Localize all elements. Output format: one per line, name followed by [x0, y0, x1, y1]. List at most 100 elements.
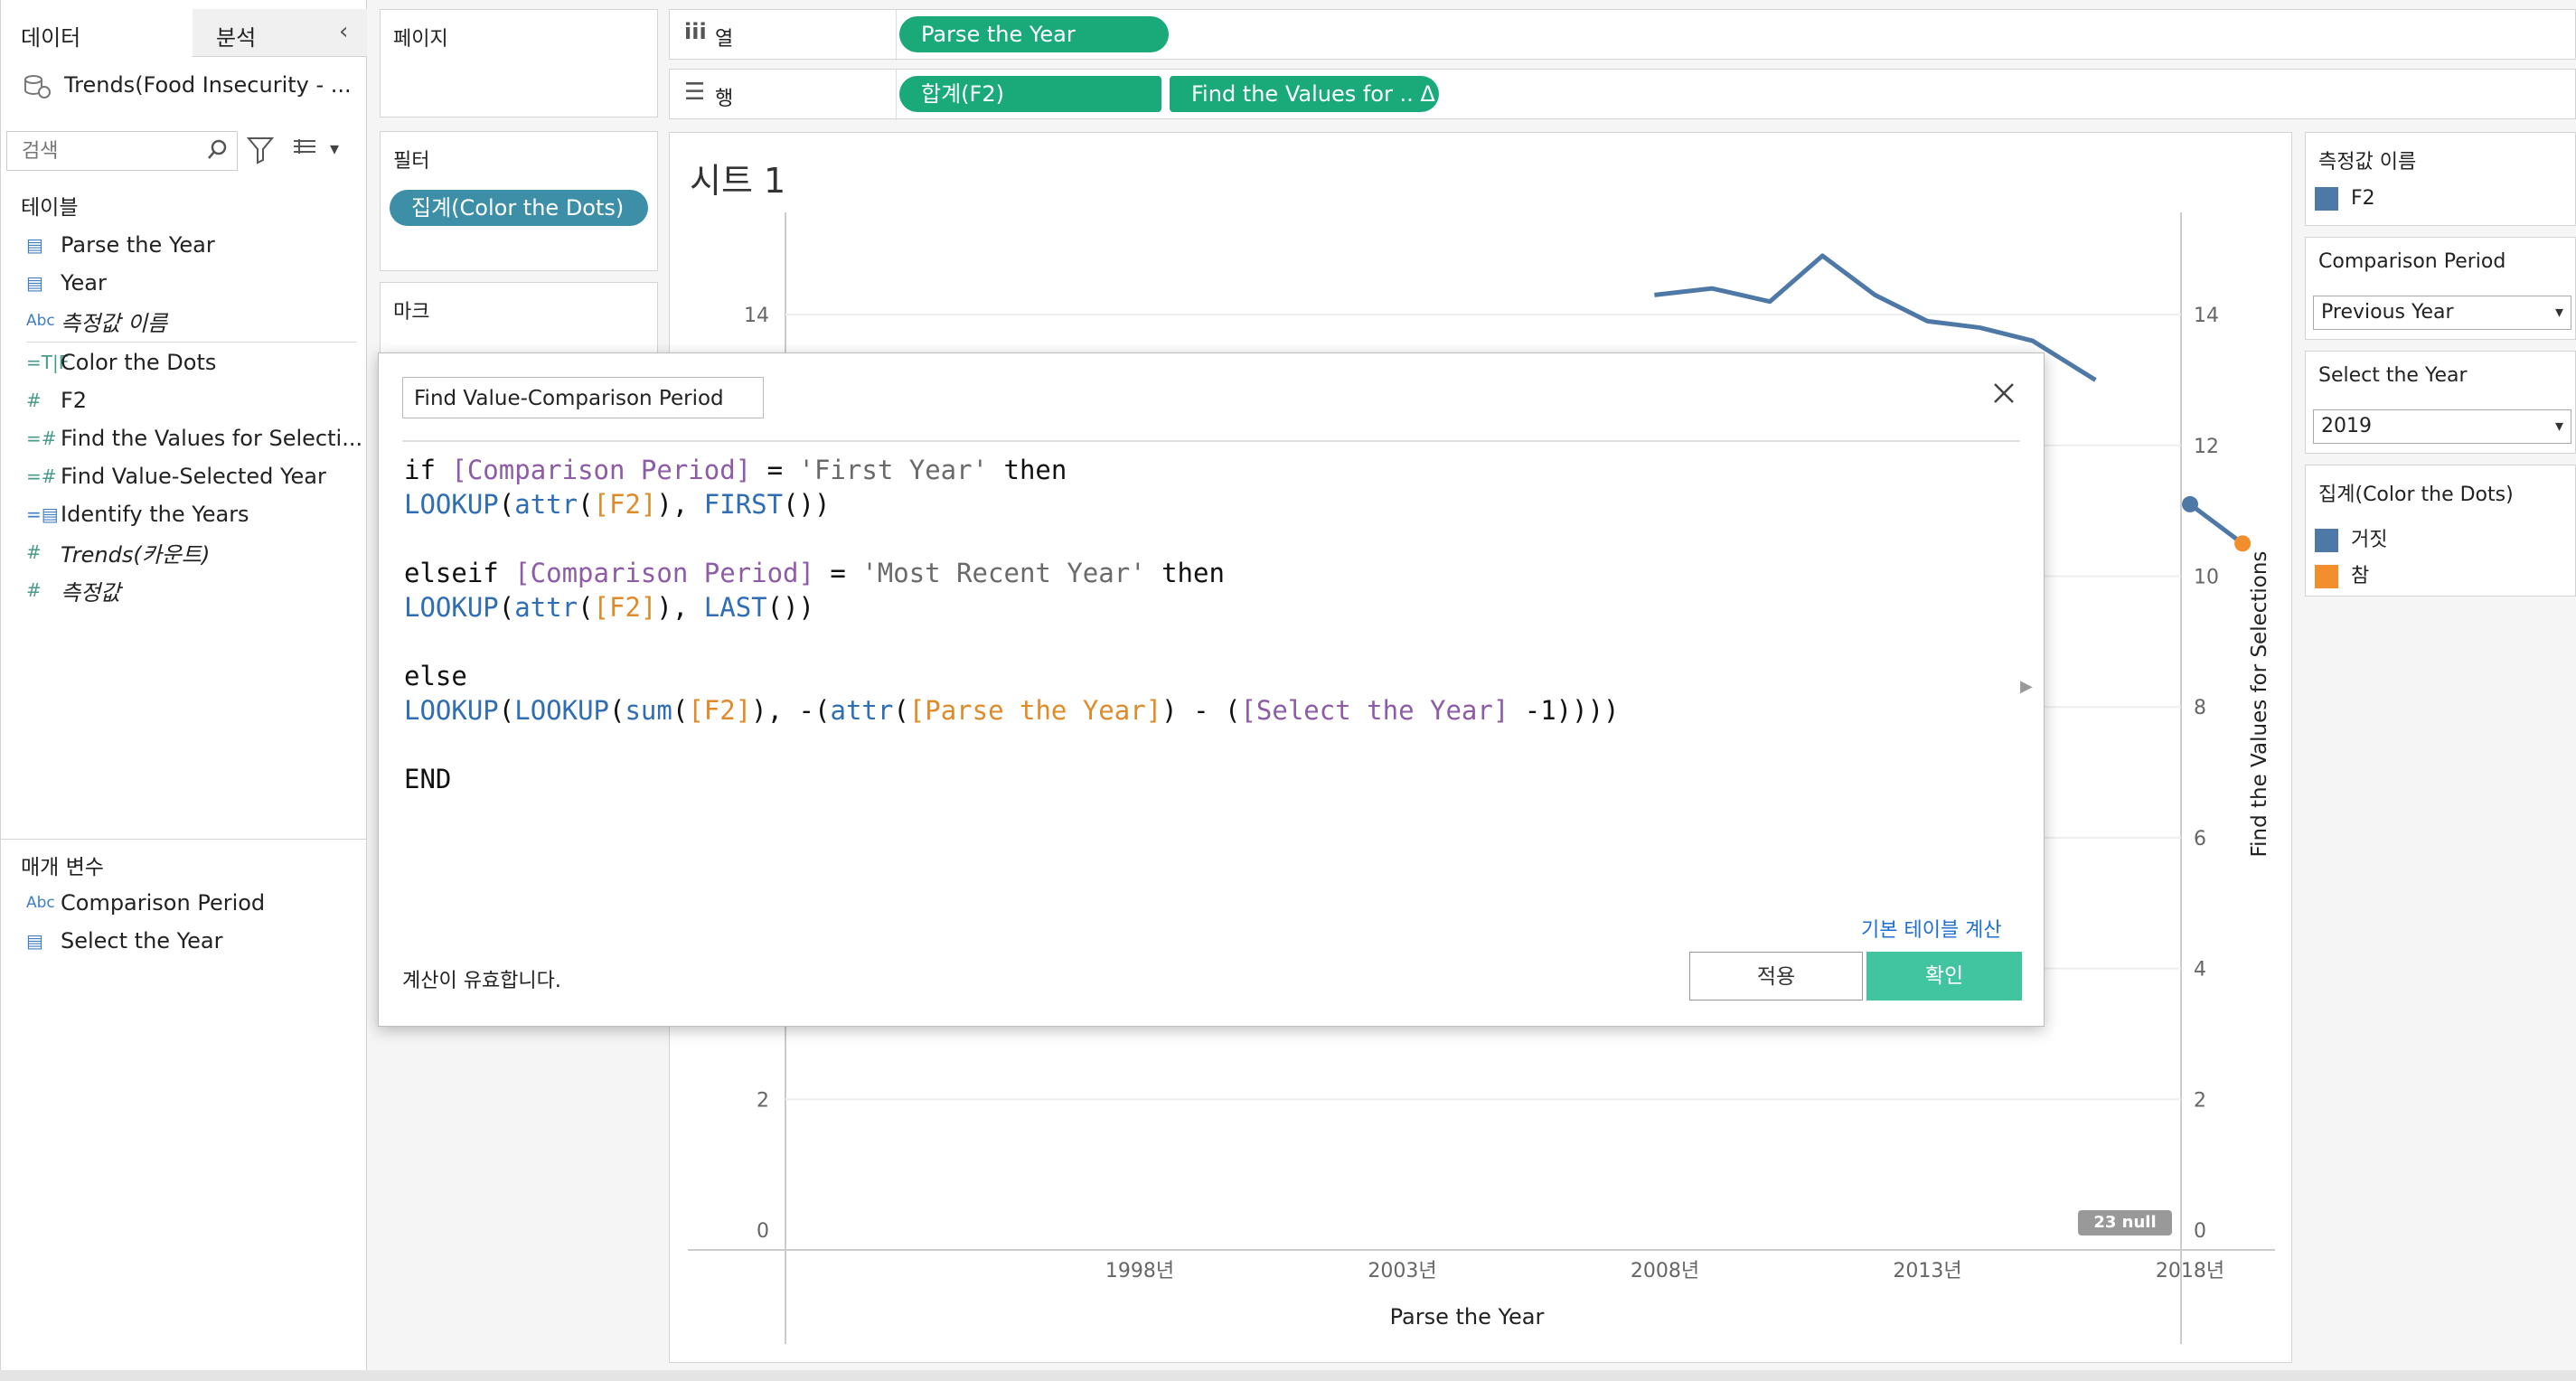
field-item[interactable]: =# Find Value-Selected Year [26, 457, 326, 495]
param-comparison-card: Comparison Period Previous Year ▾ [2305, 237, 2576, 340]
field-item[interactable]: # Trends(카운트) [26, 533, 210, 571]
legend-item[interactable]: 거짓 [2315, 523, 2387, 552]
list-view-icon[interactable] [292, 137, 317, 163]
search-box[interactable] [6, 131, 238, 171]
shelf-divider [896, 70, 897, 120]
param-item[interactable]: ▤ Select the Year [26, 922, 223, 960]
search-icon[interactable] [206, 137, 230, 166]
x-axis-title: Parse the Year [1389, 1304, 1545, 1329]
datasource-row[interactable]: Trends(Food Insecurity - ... [23, 67, 352, 103]
code-token: = [751, 455, 799, 485]
code-token: attr [514, 592, 578, 623]
code-token: then [1145, 558, 1225, 588]
pages-shelf[interactable]: 페이지 [380, 9, 658, 117]
param-year-card: Select the Year 2019 ▾ [2305, 351, 2576, 454]
right-tick-label: 4 [2194, 959, 2206, 982]
search-input[interactable] [20, 139, 195, 164]
code-token: END [404, 764, 452, 794]
ok-button[interactable]: 확인 [1866, 952, 2022, 1001]
null-badge[interactable]: 23 null [2078, 1210, 2172, 1235]
field-item[interactable]: =T|F Color the Dots [26, 343, 216, 381]
code-token: ) - ( [1161, 695, 1241, 726]
code-token: ()) [783, 489, 831, 520]
code-token: [Select the Year] [1240, 695, 1509, 726]
close-icon[interactable] [1991, 380, 2017, 409]
code-token: ( [578, 592, 594, 623]
default-table-calc-link[interactable]: 기본 테이블 계산 [1861, 914, 2002, 943]
right-axis-title: Find the Values for Selections [2248, 550, 2271, 858]
code-line: elseif [Comparison Period] = 'Most Recen… [404, 558, 1225, 588]
comparison-period-select[interactable]: Previous Year ▾ [2313, 296, 2571, 330]
series-line-tail [2188, 502, 2244, 546]
rows-shelf[interactable]: ☰ 행 합계(F2) Find the Values for .. Δ [669, 69, 2576, 120]
field-item[interactable]: =# Find the Values for Selecti... [26, 419, 362, 457]
right-tick-label: 12 [2194, 436, 2219, 458]
select-year-select[interactable]: 2019 ▾ [2313, 409, 2571, 444]
tab-data[interactable]: 데이터 [1, 9, 193, 56]
left-tick-label: 0 [757, 1220, 769, 1243]
legend-item[interactable]: F2 [2315, 187, 2375, 211]
columns-pill[interactable]: Parse the Year [899, 16, 1169, 52]
left-tick-label: 14 [744, 305, 769, 327]
code-token: ( [609, 695, 625, 726]
params-header: 매개 변수 [21, 856, 104, 879]
code-token: [F2] [593, 592, 657, 623]
chevron-down-icon: ▾ [2554, 417, 2563, 436]
filter-pill[interactable]: 집계(Color the Dots) [390, 190, 648, 226]
columns-shelf[interactable]: iii 열 Parse the Year [669, 9, 2576, 61]
collapse-chevron-icon[interactable]: ‹ [339, 18, 348, 45]
code-token: [Comparison Period] [451, 455, 752, 485]
field-item[interactable]: # F2 [26, 381, 87, 419]
date-icon: =▤ [26, 503, 59, 525]
code-token: then [988, 455, 1067, 485]
code-token: sum [625, 695, 672, 726]
data-panel: 데이터 분석 ‹ Trends(Food Insecurity - ... ▾ … [0, 0, 367, 1381]
right-tick-label: 14 [2194, 305, 2219, 327]
code-token: ( [498, 489, 515, 520]
columns-icon: iii [684, 19, 707, 44]
apply-button[interactable]: 적용 [1689, 952, 1863, 1001]
x-tick-label: 2008년 [1631, 1260, 1699, 1282]
rows-icon: ☰ [684, 79, 706, 106]
x-tick-label: 2013년 [1893, 1260, 1961, 1282]
field-item[interactable]: Abc 측정값 이름 [26, 302, 167, 340]
code-token: [Comparison Period] [514, 558, 814, 588]
left-tick-label: 2 [757, 1089, 769, 1112]
right-tick-label: 6 [2194, 828, 2206, 850]
expand-arrow-icon[interactable]: ▶ [2020, 677, 2033, 696]
rows-pill[interactable]: Find the Values for .. Δ [1170, 76, 1439, 112]
field-item[interactable]: ▤ Year [26, 264, 107, 302]
dropdown-arrow-icon[interactable]: ▾ [330, 137, 339, 159]
code-line: LOOKUP(LOOKUP(sum([F2]), -(attr([Parse t… [404, 695, 1620, 726]
divider [26, 342, 357, 343]
field-item[interactable]: # 측정값 [26, 571, 120, 609]
code-token: ( [672, 695, 689, 726]
calc-name-field[interactable]: Find Value-Comparison Period [402, 377, 764, 418]
code-token: FIRST [703, 489, 784, 520]
calculation-dialog: Find Value-Comparison Period if [Compari… [378, 352, 2045, 1027]
code-token: elseif [404, 558, 515, 588]
code-token: 'Most Recent Year' [861, 558, 1146, 588]
x-tick-label: 2018년 [2156, 1260, 2224, 1282]
param-item[interactable]: Abc Comparison Period [26, 884, 265, 922]
tab-analysis[interactable]: 분석 ‹ [193, 9, 367, 57]
code-token: LOOKUP [404, 489, 499, 520]
shelf-divider [896, 10, 897, 61]
measure-icon: # [26, 579, 42, 601]
abc-icon: Abc [26, 312, 55, 330]
legend-item[interactable]: 참 [2315, 559, 2369, 588]
code-line: LOOKUP(attr([F2]), LAST()) [404, 592, 814, 623]
right-tick-label: 8 [2194, 697, 2206, 719]
measure-icon: # [26, 390, 42, 411]
code-line: else [404, 661, 467, 691]
filter-icon[interactable] [246, 136, 275, 168]
filters-shelf[interactable]: 필터 집계(Color the Dots) [380, 131, 658, 271]
date-icon: ▤ [26, 930, 43, 952]
field-item[interactable]: ▤ Parse the Year [26, 226, 215, 264]
rows-pill[interactable]: 합계(F2) [899, 76, 1161, 112]
code-line: if [Comparison Period] = 'First Year' th… [404, 455, 1067, 485]
marks-card[interactable]: 마크 [380, 282, 658, 363]
formula-editor[interactable]: if [Comparison Period] = 'First Year' th… [379, 451, 2006, 903]
code-token: [Parse the Year] [908, 695, 1162, 726]
field-item[interactable]: =▤ Identify the Years [26, 495, 249, 533]
